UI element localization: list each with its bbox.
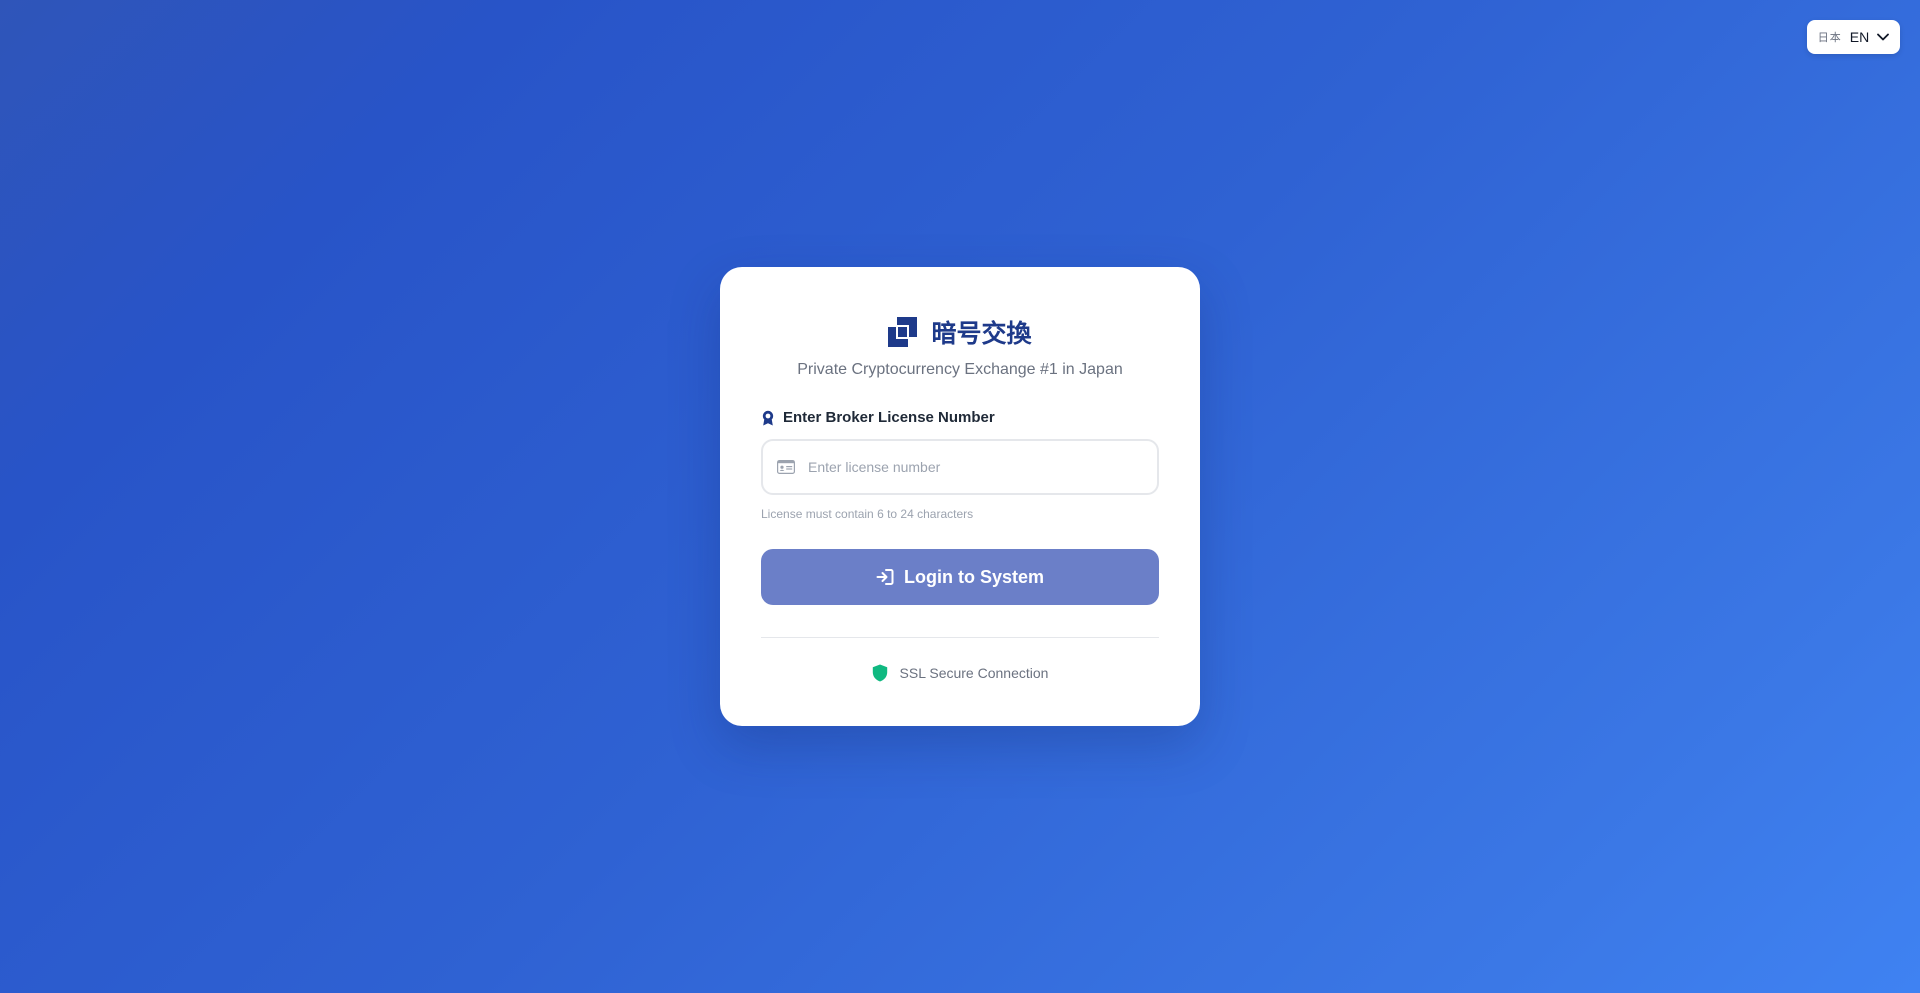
ssl-status: SSL Secure Connection [720,664,1200,682]
sign-in-icon [876,568,894,586]
brand-name: 暗号交換 [931,320,1032,348]
login-button[interactable]: Login to System [761,549,1159,605]
license-field-label: Enter Broker License Number [761,409,995,426]
brand-tagline: Private Cryptocurrency Exchange #1 in Ja… [797,361,1123,378]
language-switcher[interactable]: 日本 EN [1807,20,1900,54]
logo-mark-icon [888,317,918,347]
license-input-wrapper[interactable] [761,439,1159,495]
brand-logo: 暗号交換 [720,314,1200,350]
language-flag: 日本 [1817,32,1842,44]
id-card-icon [777,460,795,474]
divider [761,637,1159,638]
license-hint: License must contain 6 to 24 characters [761,507,974,521]
license-number-input[interactable] [806,458,1130,476]
login-button-label: Login to System [903,566,1044,587]
ssl-text: SSL Secure Connection [899,665,1049,681]
license-label-text: Enter Broker License Number [783,409,995,426]
shield-icon [872,664,888,682]
award-icon [761,410,775,426]
chevron-down-icon [1877,33,1890,41]
language-code: EN [1849,29,1870,45]
login-card: 暗号交換 Private Cryptocurrency Exchange #1 … [720,267,1200,726]
